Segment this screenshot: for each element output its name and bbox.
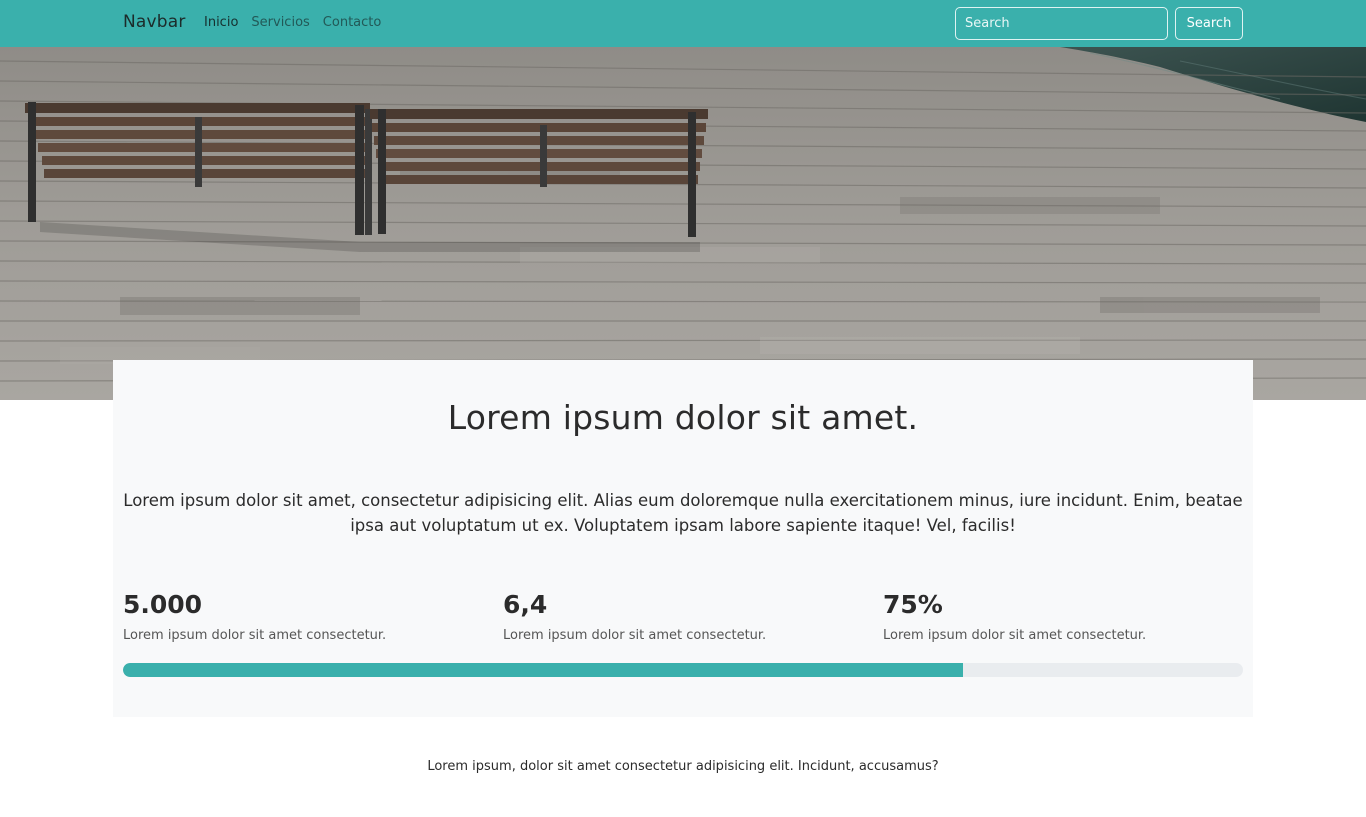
hero-image	[0, 47, 1366, 400]
search-button[interactable]: Search	[1175, 7, 1243, 40]
progress-bar-fill	[123, 663, 963, 677]
search-input[interactable]	[955, 7, 1168, 40]
stat-description: Lorem ipsum dolor sit amet consectetur.	[503, 628, 767, 643]
stat-item: 5.000 Lorem ipsum dolor sit amet consect…	[123, 590, 483, 643]
nav-links: Inicio Servicios Contacto	[204, 15, 381, 30]
footer-text: Lorem ipsum, dolor sit amet consectetur …	[427, 759, 939, 774]
nav-link-contacto[interactable]: Contacto	[323, 15, 382, 30]
stat-item: 6,4 Lorem ipsum dolor sit amet consectet…	[503, 590, 863, 643]
stat-description: Lorem ipsum dolor sit amet consectetur.	[123, 628, 387, 643]
card-title: Lorem ipsum dolor sit amet.	[447, 398, 919, 437]
stat-value: 75%	[883, 590, 943, 619]
nav-link-inicio[interactable]: Inicio	[204, 15, 238, 30]
stat-item: 75% Lorem ipsum dolor sit amet consectet…	[883, 590, 1243, 643]
stat-value: 6,4	[503, 590, 548, 619]
content-card: Lorem ipsum dolor sit amet. Lorem ipsum …	[113, 360, 1253, 717]
card-lead-text: Lorem ipsum dolor sit amet, consectetur …	[123, 491, 1243, 535]
stat-description: Lorem ipsum dolor sit amet consectetur.	[883, 628, 1147, 643]
stat-value: 5.000	[123, 590, 203, 619]
navbar: Navbar Inicio Servicios Contacto Search	[0, 0, 1366, 47]
navbar-brand[interactable]: Navbar	[123, 12, 186, 32]
progress-bar	[123, 663, 1243, 677]
nav-link-servicios[interactable]: Servicios	[251, 15, 309, 30]
